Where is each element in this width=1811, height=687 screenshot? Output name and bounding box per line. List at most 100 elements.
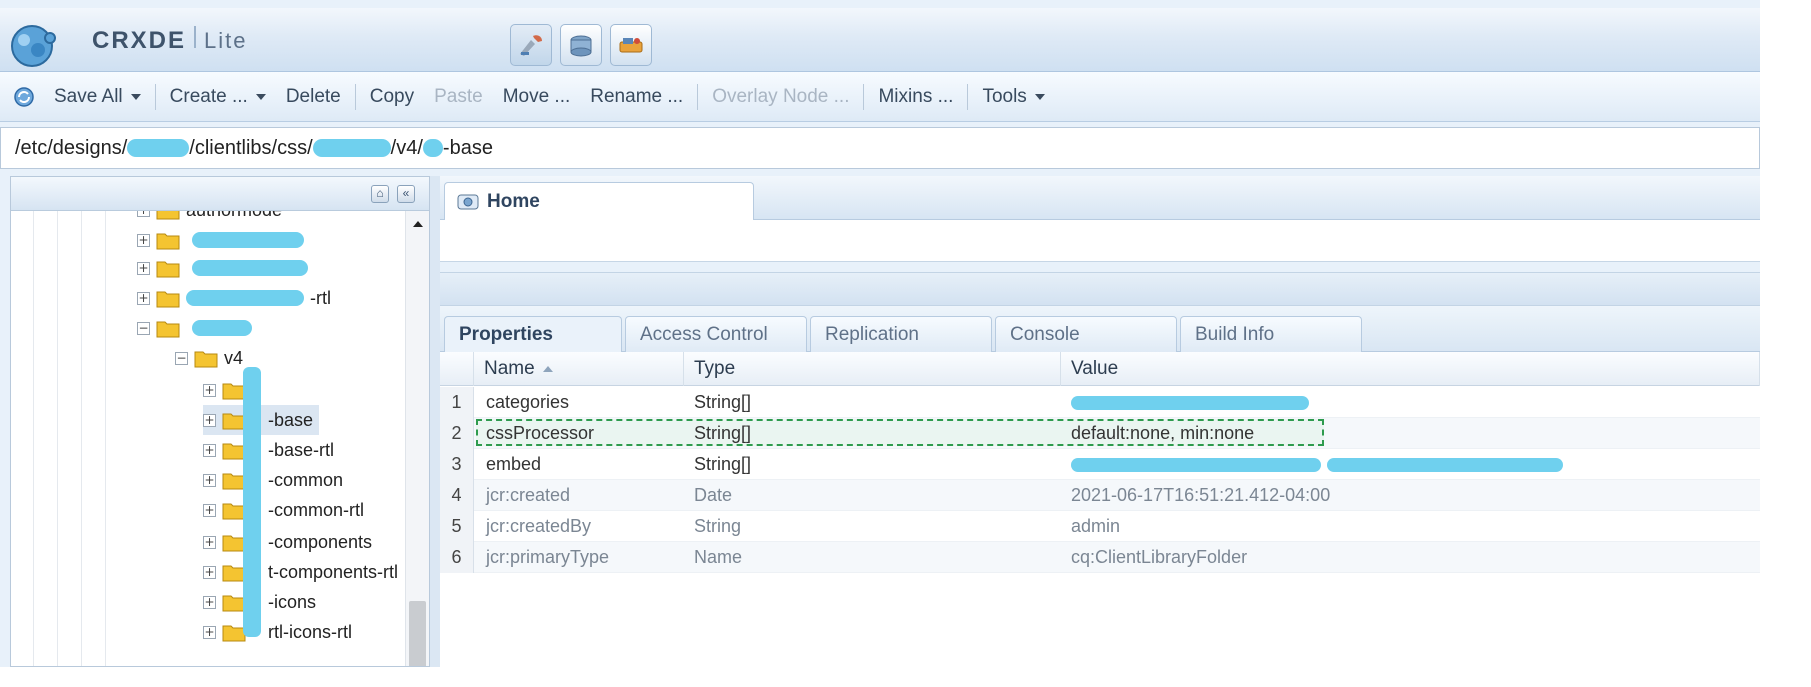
table-row[interactable]: 1 categories String[] bbox=[440, 387, 1760, 418]
tree-node[interactable]: − bbox=[137, 313, 252, 343]
save-all-button[interactable]: Save All bbox=[44, 86, 151, 108]
expand-icon[interactable]: + bbox=[203, 535, 216, 549]
redaction-mark bbox=[1071, 457, 1321, 472]
table-row[interactable]: 5 jcr:createdBy String admin bbox=[440, 511, 1760, 542]
node-path-input[interactable]: /etc/designs/ /clientlibs/css/ /v4/ -bas… bbox=[0, 127, 1760, 169]
tab-label: Console bbox=[1010, 324, 1080, 345]
mixins-button[interactable]: Mixins ... bbox=[868, 86, 963, 108]
editor-panel: Home Properties Access Control Replicati… bbox=[440, 176, 1760, 667]
rename-button[interactable]: Rename ... bbox=[580, 86, 693, 108]
property-value: default:none, min:none bbox=[1071, 423, 1255, 443]
folder-icon bbox=[156, 233, 180, 250]
tree-node[interactable]: + rtl-icons-rtl bbox=[203, 617, 352, 647]
expand-icon[interactable]: + bbox=[203, 443, 216, 457]
column-header-name[interactable]: Name bbox=[474, 352, 684, 386]
paste-button[interactable]: Paste bbox=[424, 86, 493, 108]
property-name: jcr:primaryType bbox=[486, 547, 610, 567]
delete-button[interactable]: Delete bbox=[276, 86, 351, 108]
expand-icon[interactable]: + bbox=[203, 595, 216, 609]
table-row[interactable]: 4 jcr:created Date 2021-06-17T16:51:21.4… bbox=[440, 480, 1760, 511]
expand-icon[interactable]: + bbox=[203, 473, 216, 487]
table-row[interactable]: 3 embed String[] bbox=[440, 449, 1760, 480]
crxde-window: CRXDE Lite Save All Create ... Delete Co… bbox=[0, 0, 1760, 667]
toolbar-separator bbox=[863, 83, 865, 110]
expand-icon[interactable]: + bbox=[203, 503, 216, 517]
tree-node[interactable]: + -common-rtl bbox=[203, 495, 364, 525]
scroll-up-icon[interactable] bbox=[413, 221, 423, 227]
crx-logo-icon bbox=[11, 25, 56, 67]
expand-icon[interactable]: + bbox=[137, 261, 150, 275]
tab-properties[interactable]: Properties bbox=[444, 316, 622, 353]
property-value: cq:ClientLibraryFolder bbox=[1071, 547, 1248, 567]
title-bar: CRXDE Lite bbox=[0, 8, 1760, 72]
tree-node[interactable]: + -rtl bbox=[137, 283, 331, 313]
app-title-main: CRXDE bbox=[92, 27, 187, 54]
table-row[interactable]: 6 jcr:primaryType Name cq:ClientLibraryF… bbox=[440, 542, 1760, 573]
chevron-down-icon bbox=[1034, 93, 1045, 100]
row-number: 4 bbox=[440, 480, 474, 511]
properties-grid: Name Type Value 1 categories String[] 2 … bbox=[440, 352, 1760, 667]
tree-node[interactable]: + -components bbox=[203, 527, 372, 557]
redaction-mark bbox=[1071, 395, 1309, 410]
column-header-value[interactable]: Value bbox=[1061, 352, 1760, 386]
tree-node[interactable]: + -common bbox=[203, 465, 343, 495]
share-mode-button[interactable] bbox=[610, 24, 652, 66]
tree-node[interactable]: + t-components-rtl bbox=[203, 557, 398, 587]
tree-node-selected[interactable]: + -base bbox=[203, 405, 320, 435]
toolbar-separator bbox=[697, 83, 699, 110]
expand-icon[interactable]: + bbox=[137, 233, 150, 247]
package-mode-button[interactable] bbox=[560, 24, 602, 66]
table-row-selected[interactable]: 2 cssProcessor String[] default:none, mi… bbox=[440, 418, 1760, 449]
tree-node[interactable]: + bbox=[137, 225, 304, 255]
tab-access-control[interactable]: Access Control bbox=[625, 316, 807, 353]
tab-label: Access Control bbox=[640, 324, 768, 345]
redaction-mark bbox=[422, 139, 443, 157]
develop-mode-button[interactable] bbox=[510, 24, 552, 66]
move-button[interactable]: Move ... bbox=[493, 86, 581, 108]
collapse-icon[interactable]: − bbox=[137, 321, 150, 335]
expand-icon[interactable]: + bbox=[137, 211, 150, 217]
collapse-panel-icon[interactable]: « bbox=[397, 185, 415, 203]
column-header-label: Value bbox=[1071, 358, 1119, 379]
redaction-mark bbox=[192, 260, 308, 276]
column-header-type[interactable]: Type bbox=[684, 352, 1061, 386]
tab-replication[interactable]: Replication bbox=[810, 316, 992, 353]
tree-node-label: -common-rtl bbox=[268, 499, 365, 520]
refresh-icon[interactable] bbox=[12, 85, 36, 109]
tab-home[interactable]: Home bbox=[444, 182, 754, 221]
tree-node[interactable]: − v4 bbox=[175, 343, 243, 373]
expand-icon[interactable]: + bbox=[203, 625, 216, 639]
home-node-icon[interactable]: ⌂ bbox=[371, 185, 389, 203]
expand-icon[interactable]: + bbox=[203, 413, 216, 427]
tree-node[interactable]: + -base-rtl bbox=[203, 435, 334, 465]
tree-node[interactable]: + bbox=[137, 253, 308, 283]
delete-label: Delete bbox=[285, 85, 341, 107]
overlay-node-label: Overlay Node ... bbox=[712, 85, 850, 107]
expand-icon[interactable]: + bbox=[203, 565, 216, 579]
expand-icon[interactable]: + bbox=[137, 291, 150, 305]
scrollbar-thumb[interactable] bbox=[409, 601, 426, 666]
tree-guide-line bbox=[57, 211, 58, 666]
tools-label: Tools bbox=[982, 85, 1027, 107]
copy-button[interactable]: Copy bbox=[360, 86, 424, 108]
tools-button[interactable]: Tools bbox=[972, 86, 1054, 108]
editor-tabs-bar: Home bbox=[440, 176, 1760, 221]
property-type: Date bbox=[694, 485, 733, 505]
collapse-icon[interactable]: − bbox=[175, 351, 188, 365]
tree-scrollbar[interactable] bbox=[405, 211, 429, 666]
tab-build-info[interactable]: Build Info bbox=[1180, 316, 1362, 353]
create-button[interactable]: Create ... bbox=[160, 86, 276, 108]
tree-panel-header: ⌂ « bbox=[11, 177, 429, 211]
property-name: jcr:createdBy bbox=[486, 516, 592, 536]
overlay-node-button[interactable]: Overlay Node ... bbox=[702, 86, 859, 108]
panel-splitter[interactable] bbox=[430, 176, 440, 667]
property-name: jcr:created bbox=[486, 485, 571, 505]
property-name: categories bbox=[486, 392, 570, 412]
row-number: 2 bbox=[440, 418, 474, 449]
property-name: embed bbox=[486, 454, 542, 474]
tab-console[interactable]: Console bbox=[995, 316, 1177, 353]
tree-node-label: rtl-icons-rtl bbox=[268, 621, 352, 642]
expand-icon[interactable]: + bbox=[203, 383, 216, 397]
create-label: Create ... bbox=[169, 85, 248, 107]
tree-node[interactable]: + authormode bbox=[137, 211, 282, 225]
